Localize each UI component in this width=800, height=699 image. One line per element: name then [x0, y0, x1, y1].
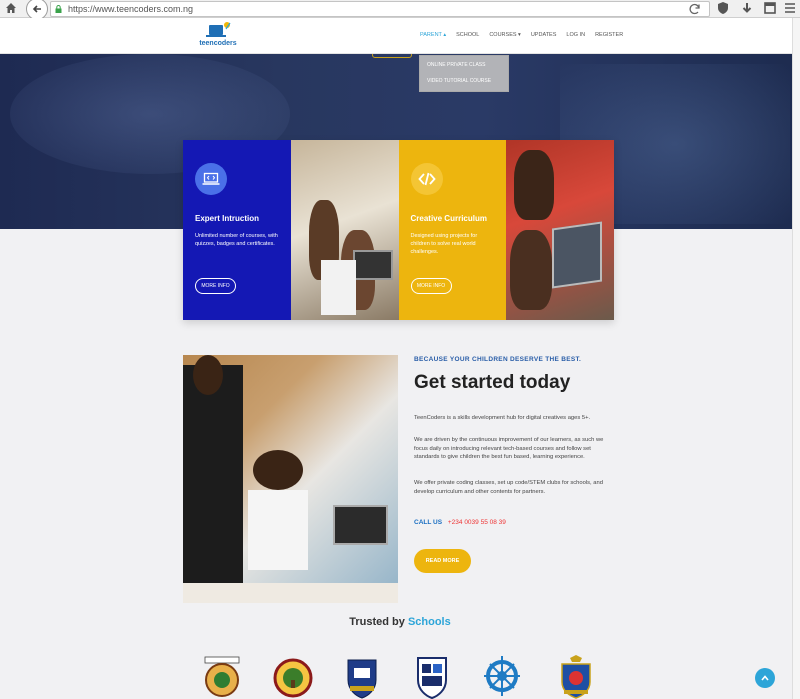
classroom-photo-2 [506, 140, 614, 320]
phone-number[interactable]: +234 0039 55 08 39 [448, 519, 506, 526]
school-logo-2 [273, 658, 313, 698]
call-us-label: CALL US [414, 519, 443, 526]
call-us: CALL US +234 0039 55 08 39 [414, 519, 506, 526]
read-more-button[interactable]: READ MORE [414, 549, 471, 573]
arrow-left-icon [32, 5, 41, 13]
main-nav: PARENT ▴ SCHOOL COURSES ▾ UPDATES LOG IN… [420, 32, 623, 38]
trusted-prefix: Trusted by [349, 616, 405, 628]
about-tagline: BECAUSE YOUR CHILDREN DESERVE THE BEST. [414, 356, 582, 363]
home-icon[interactable] [4, 1, 18, 15]
nav-updates[interactable]: UPDATES [531, 32, 557, 38]
parent-dropdown: ONLINE PRIVATE CLASS VIDEO TUTORIAL COUR… [419, 55, 509, 92]
creative-curriculum-card: Creative Curriculum Designed using proje… [398, 140, 507, 320]
about-paragraph-2: We are driven by the continuous improvem… [414, 437, 604, 460]
card-title: Expert Intruction [195, 214, 260, 223]
dropdown-video-tutorial-course[interactable]: VIDEO TUTORIAL COURSE [427, 78, 491, 84]
nav-register[interactable]: REGISTER [595, 32, 623, 38]
logo-mark-icon [206, 22, 231, 37]
site-header: teencoders PARENT ▴ SCHOOL COURSES ▾ UPD… [0, 18, 800, 54]
school-logos [200, 654, 600, 699]
laptop-code-icon [195, 163, 227, 195]
school-logo-1 [204, 656, 240, 697]
school-logo-4 [417, 657, 447, 699]
menu-icon[interactable] [783, 1, 797, 15]
feature-cards: Expert Intruction Unlimited number of co… [183, 140, 614, 320]
classroom-photo-1 [290, 140, 399, 320]
school-logo-6 [561, 655, 591, 699]
about-paragraph-3: We offer private coding classes, set up … [414, 480, 603, 495]
card-title: Creative Curriculum [410, 214, 487, 223]
school-logo-3 [347, 659, 377, 699]
trusted-highlight: Schools [407, 616, 451, 628]
nav-school[interactable]: SCHOOL [456, 32, 479, 38]
back-to-top-button[interactable] [755, 668, 775, 688]
back-button[interactable] [26, 0, 48, 20]
more-info-button[interactable]: MORE INFO [195, 278, 236, 294]
download-icon[interactable] [740, 1, 754, 15]
lock-icon [55, 5, 62, 13]
reload-icon[interactable] [688, 2, 702, 16]
browser-toolbar: https://www.teencoders.com.ng [0, 0, 800, 20]
shield-icon[interactable] [716, 1, 730, 15]
school-logo-5 [484, 656, 520, 696]
card-description: Designed using projects for children to … [410, 233, 478, 255]
address-bar[interactable]: https://www.teencoders.com.ng [50, 1, 710, 17]
nav-login[interactable]: LOG IN [566, 32, 585, 38]
about-paragraph-1: TeenCoders is a skills development hub f… [414, 415, 591, 421]
expert-instruction-card: Expert Intruction Unlimited number of co… [183, 140, 291, 320]
url-text: https://www.teencoders.com.ng [68, 4, 194, 14]
dropdown-online-private-class[interactable]: ONLINE PRIVATE CLASS [427, 62, 485, 68]
trusted-heading: Trusted by Schools [0, 616, 800, 628]
nav-courses[interactable]: COURSES ▾ [489, 32, 521, 38]
teacher-student-photo [183, 355, 398, 603]
chevron-up-icon [761, 675, 769, 681]
card-description: Unlimited number of courses, with quizze… [195, 233, 278, 247]
window-icon[interactable] [763, 1, 777, 15]
nav-parent[interactable]: PARENT ▴ [420, 32, 446, 38]
code-brackets-icon [410, 163, 443, 195]
hero-button-outline[interactable] [372, 54, 412, 58]
scrollbar[interactable] [792, 18, 800, 699]
teencoders-logo[interactable]: teencoders [196, 20, 240, 52]
more-info-button[interactable]: MORE INFO [410, 278, 452, 294]
logo-text: teencoders [199, 40, 237, 47]
about-heading: Get started today [414, 372, 571, 393]
